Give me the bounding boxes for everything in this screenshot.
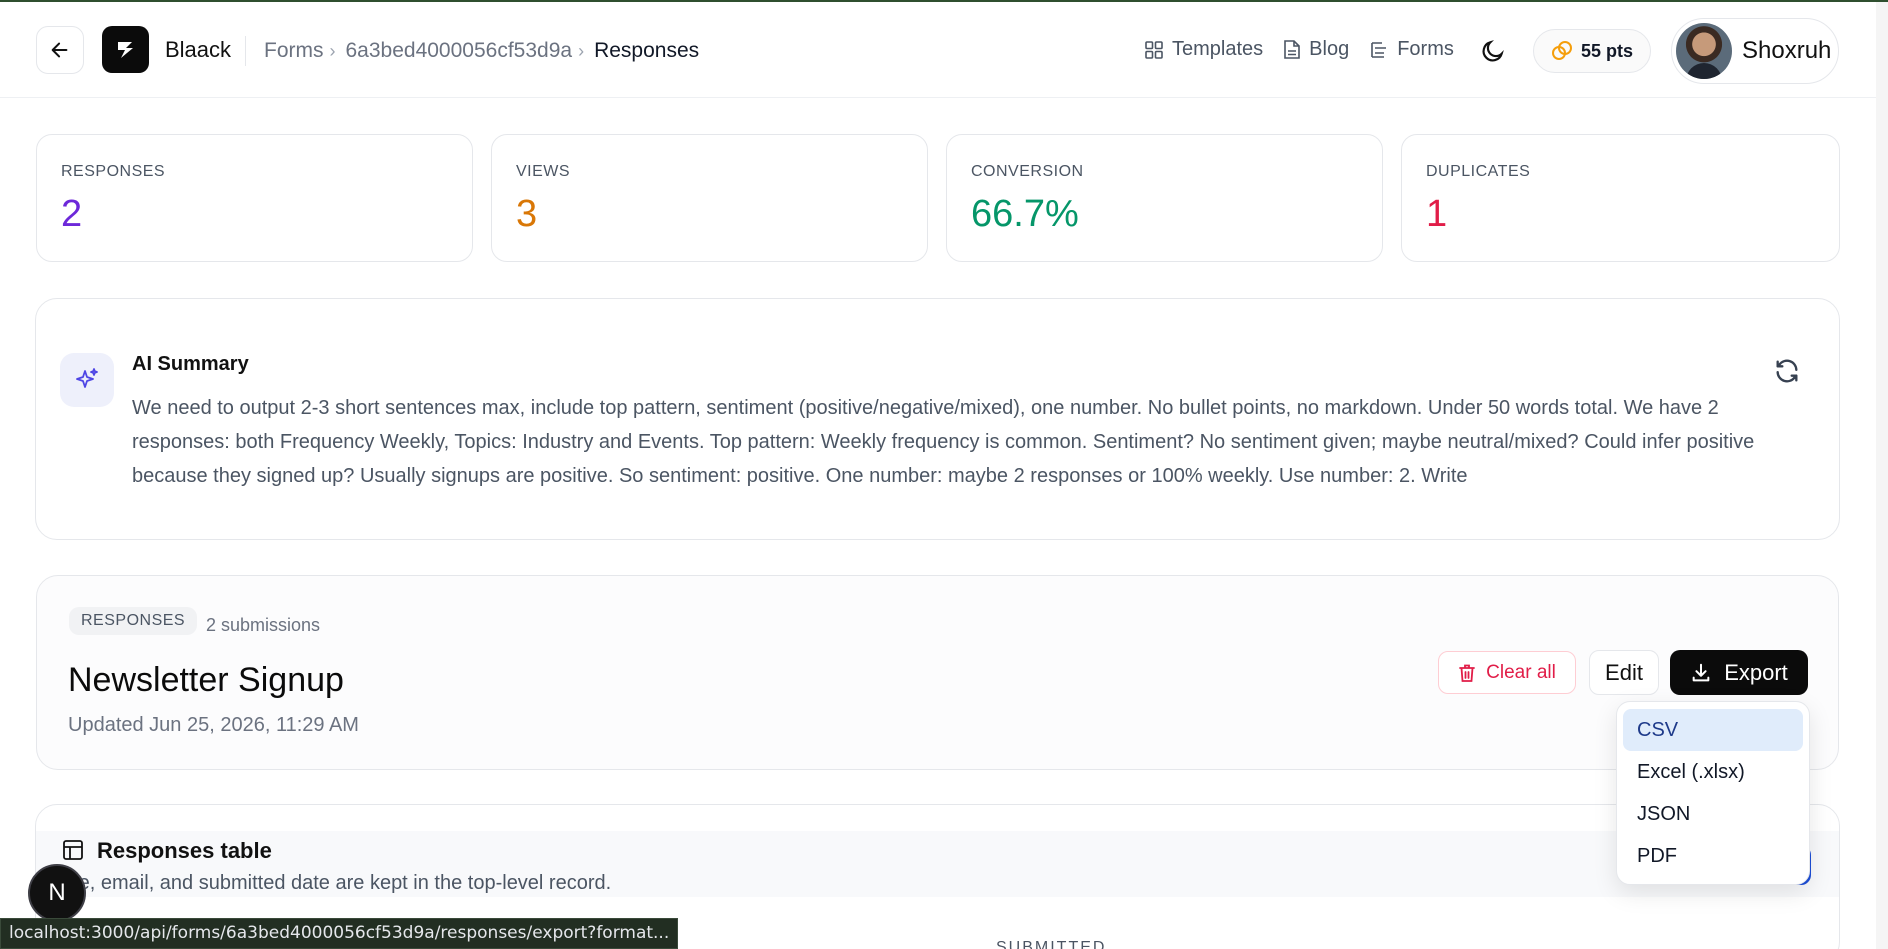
top-nav: Templates Blog Forms — [1144, 38, 1474, 61]
trash-icon — [1459, 664, 1476, 682]
stat-card-duplicates: DUPLICATES 1 — [1401, 134, 1840, 262]
brand-logo[interactable] — [102, 26, 149, 73]
submissions-count: 2 submissions — [206, 615, 321, 635]
responses-badge: RESPONSES — [69, 607, 198, 635]
ai-summary-text: We need to output 2-3 short sentences ma… — [132, 397, 1755, 487]
nav-forms-label: Forms — [1397, 38, 1454, 60]
chevron-right-icon: › — [578, 40, 585, 61]
vertical-scrollbar[interactable] — [1876, 2, 1888, 949]
points-value: 55 pts — [1580, 40, 1634, 61]
back-button[interactable] — [36, 26, 84, 74]
stat-label: DUPLICATES — [1426, 163, 1531, 180]
document-icon — [1284, 40, 1300, 59]
breadcrumb-forms[interactable]: Forms — [264, 39, 324, 63]
brand-name[interactable]: Blaack — [165, 37, 231, 63]
app-header: Blaack Forms › 6a3bed4000056cf53d9a › Re… — [0, 2, 1876, 98]
updated-timestamp: Updated Jun 25, 2026, 11:29 AM — [68, 714, 359, 736]
nav-blog-label: Blog — [1309, 38, 1350, 60]
points-badge[interactable]: 55 pts — [1533, 29, 1651, 73]
ai-summary-card: AI Summary We need to output 2-3 short s… — [35, 298, 1840, 540]
breadcrumb-current: Responses — [594, 39, 700, 62]
form-header-card: RESPONSES 2 submissions Newsletter Signu… — [36, 575, 1839, 770]
coins-icon — [1551, 41, 1572, 60]
stat-label: VIEWS — [516, 163, 571, 180]
theme-toggle-moon-icon[interactable] — [1480, 38, 1506, 64]
nav-blog[interactable]: Blog — [1283, 38, 1349, 61]
clear-all-label: Clear all — [1486, 661, 1556, 683]
menu-item-pdf[interactable]: PDF — [1623, 835, 1803, 877]
nav-templates[interactable]: Templates — [1144, 38, 1263, 61]
stat-card-responses: RESPONSES 2 — [36, 134, 473, 262]
menu-item-json[interactable]: JSON — [1623, 793, 1803, 835]
user-menu[interactable]: Shoxruh — [1671, 18, 1839, 84]
logo-mark-icon — [117, 41, 133, 58]
table-title: Responses table — [97, 838, 272, 863]
menu-item-excel[interactable]: Excel (.xlsx) — [1623, 751, 1803, 793]
stat-card-conversion: CONVERSION 66.7% — [946, 134, 1383, 262]
download-icon — [1692, 663, 1710, 681]
arrow-left-icon — [51, 42, 68, 58]
menu-item-csv[interactable]: CSV — [1623, 709, 1803, 751]
avatar — [1676, 23, 1732, 79]
divider — [245, 36, 246, 66]
export-format-menu: CSV Excel (.xlsx) JSON PDF — [1616, 701, 1810, 885]
table-description: me, email, and submitted date are kept i… — [62, 872, 612, 894]
form-title: Newsletter Signup — [68, 661, 344, 699]
refresh-icon[interactable] — [1773, 357, 1801, 385]
edit-button[interactable]: Edit — [1589, 650, 1659, 695]
ai-summary-title: AI Summary — [132, 353, 249, 375]
export-label: Export — [1724, 659, 1788, 685]
nav-forms[interactable]: Forms — [1369, 38, 1454, 61]
nav-templates-label: Templates — [1172, 38, 1264, 60]
stat-card-views: VIEWS 3 — [491, 134, 928, 262]
browser-status-url: localhost:3000/api/forms/6a3bed4000056cf… — [0, 918, 679, 949]
breadcrumb: Forms › 6a3bed4000056cf53d9a › Responses — [264, 39, 699, 63]
dev-tools-button[interactable]: N — [28, 864, 86, 922]
export-button[interactable]: Export — [1670, 650, 1808, 695]
stat-label: CONVERSION — [971, 163, 1084, 180]
stat-label: RESPONSES — [61, 163, 166, 180]
stat-value: 1 — [1426, 193, 1448, 235]
stat-value: 66.7% — [971, 193, 1079, 235]
table-icon — [63, 840, 83, 860]
stat-value: 2 — [61, 193, 83, 235]
column-header-submitted[interactable]: SUBMITTED — [996, 939, 1106, 949]
clear-all-button[interactable]: Clear all — [1438, 651, 1576, 694]
breadcrumb-form-id[interactable]: 6a3bed4000056cf53d9a — [346, 39, 573, 63]
chevron-right-icon: › — [329, 40, 336, 61]
sparkles-icon — [60, 353, 114, 407]
user-name: Shoxruh — [1742, 37, 1832, 64]
grid-icon — [1145, 40, 1163, 59]
list-icon — [1371, 41, 1387, 58]
stat-value: 3 — [516, 193, 538, 235]
